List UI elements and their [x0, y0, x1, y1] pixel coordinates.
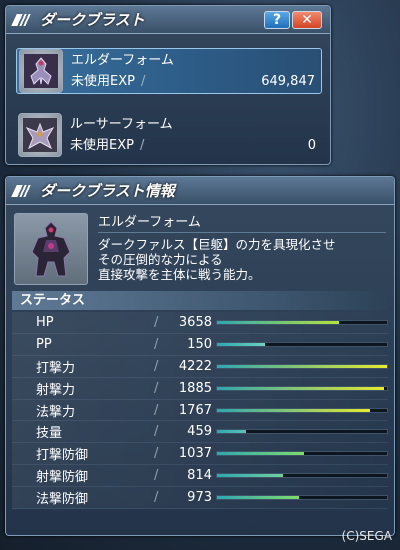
armored-warrior-icon: [19, 49, 63, 93]
form-name: ルーサーフォーム: [70, 117, 173, 132]
separator: /: [154, 358, 159, 374]
dark-falz-elder-portrait: [14, 213, 88, 285]
stat-bar-fill: [217, 320, 340, 324]
stat-label: 射撃防御: [36, 470, 89, 486]
form-name: エルダーフォーム: [98, 213, 386, 233]
window-title: ダークブラスト情報: [40, 182, 175, 200]
exp-value: 649,847: [261, 74, 315, 89]
stat-row: HP / 3658: [12, 312, 388, 334]
stat-bar: [216, 451, 388, 457]
stat-row: 射撃力 / 1885: [12, 377, 388, 400]
stat-row: PP / 150: [12, 333, 388, 356]
stat-bar-fill: [217, 474, 284, 478]
title-bar[interactable]: ダークブラスト情報: [6, 177, 394, 205]
stat-label: 法撃防御: [36, 492, 89, 508]
stat-row: 打撃力 / 4222: [12, 355, 388, 378]
stat-row: 打撃防御 / 1037: [12, 443, 388, 466]
stat-value: 814: [187, 468, 212, 484]
stat-bar-fill: [217, 386, 384, 390]
stat-bar: [216, 429, 388, 435]
stat-label: 打撃力: [36, 360, 76, 376]
stat-bar: [216, 319, 388, 325]
stat-value: 1037: [178, 446, 212, 462]
stat-bar: [216, 495, 388, 501]
stat-bar-fill: [217, 430, 246, 434]
stat-value: 973: [187, 490, 212, 506]
stat-bar: [216, 385, 388, 391]
stat-value: 1767: [178, 402, 212, 418]
stat-bar: [216, 341, 388, 347]
form-item-elder[interactable]: エルダーフォーム 未使用EXP / 649,847: [16, 48, 322, 94]
exp-value: 0: [307, 138, 316, 153]
form-item-luther[interactable]: ルーサーフォーム 未使用EXP / 0: [16, 112, 322, 158]
stat-row: 法撃力 / 1767: [12, 399, 388, 422]
title-bar[interactable]: ダークブラスト ? ✕: [6, 6, 330, 34]
stat-bar-fill: [217, 408, 370, 412]
stat-value: 3658: [178, 314, 212, 330]
stat-bar-fill: [217, 364, 387, 368]
stat-label: 技量: [36, 426, 63, 442]
form-name: エルダーフォーム: [71, 53, 174, 68]
stat-bar-fill: [217, 496, 299, 500]
window-title: ダークブラスト: [40, 11, 145, 29]
exp-label: 未使用EXP: [71, 74, 135, 89]
stat-bar-fill: [217, 342, 265, 346]
status-header: ステータス: [12, 291, 388, 310]
close-button[interactable]: ✕: [292, 11, 322, 29]
title-stripe-icon: [11, 13, 39, 26]
title-stripe-icon: [11, 184, 39, 197]
dark-blast-window: ダークブラスト ? ✕ エルダーフォーム 未使用EXP / 649,847 ルー…: [5, 5, 331, 165]
stat-row: 技量 / 459: [12, 421, 388, 444]
stat-label: 打撃防御: [36, 448, 89, 464]
copyright: (C)SEGA: [341, 529, 392, 543]
stat-bar: [216, 473, 388, 479]
separator: /: [154, 380, 159, 396]
stat-value: 150: [187, 336, 212, 352]
separator: /: [154, 424, 159, 440]
stat-value: 1885: [178, 380, 212, 396]
stat-bar: [216, 363, 388, 369]
separator: /: [154, 402, 159, 418]
description-line: その圧倒的な力による: [98, 252, 223, 267]
description-line: 直接攻撃を主体に戦う能力。: [98, 267, 261, 282]
stat-value: 459: [187, 424, 212, 440]
form-description: ダークファルス【巨躯】の力を具現化させ その圧倒的な力による 直接攻撃を主体に戦…: [98, 237, 386, 282]
separator: /: [140, 74, 146, 89]
stat-value: 4222: [178, 358, 212, 374]
winged-warrior-icon: [18, 113, 62, 157]
stat-row: 射撃防御 / 814: [12, 465, 388, 488]
help-button[interactable]: ?: [264, 11, 290, 29]
description-line: ダークファルス【巨躯】の力を具現化させ: [98, 237, 336, 252]
separator: /: [139, 138, 145, 153]
stat-label: 法撃力: [36, 404, 76, 420]
separator: /: [154, 336, 159, 352]
separator: /: [154, 446, 159, 462]
dark-blast-info-window: ダークブラスト情報 エルダーフォーム ダークファルス【巨躯】の力を具現化させ そ…: [5, 176, 395, 536]
stat-row: 法撃防御 / 973: [12, 487, 388, 510]
stat-label: PP: [36, 336, 52, 352]
stat-label: 射撃力: [36, 382, 76, 398]
exp-label: 未使用EXP: [70, 138, 134, 153]
separator: /: [154, 468, 159, 484]
stat-label: HP: [36, 314, 54, 330]
stats-list: HP / 3658 PP / 150 打撃力 / 4222 射撃力 / 1885 法撃力 / 1767 技量 /…: [6, 312, 394, 510]
stat-bar-fill: [217, 452, 304, 456]
stat-bar: [216, 407, 388, 413]
separator: /: [154, 314, 159, 330]
separator: /: [154, 490, 159, 506]
